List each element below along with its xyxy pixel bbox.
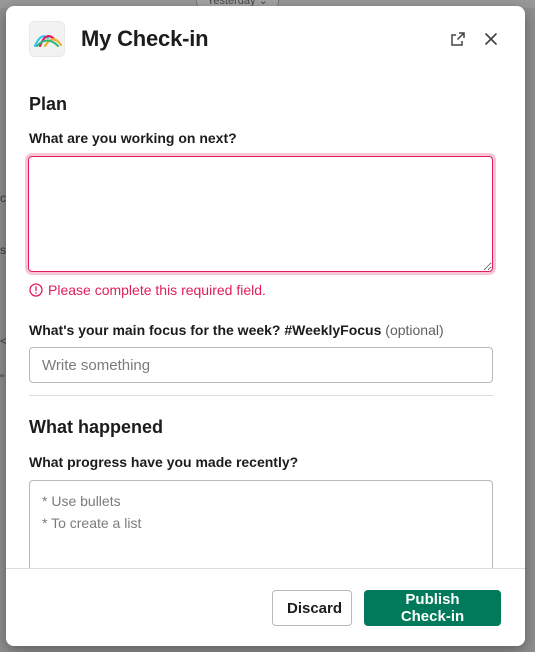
weekly-focus-label: What's your main focus for the week? #We… xyxy=(29,322,444,338)
modal-footer: Discard Publish Check-in xyxy=(6,568,525,646)
discard-button[interactable]: Discard xyxy=(272,590,352,626)
rainbow-logo-icon xyxy=(33,35,63,47)
section-title-plan: Plan xyxy=(29,94,68,114)
modal-body: Plan What are you working on next? Pleas… xyxy=(6,74,525,568)
section-title-what-happened: What happened xyxy=(29,417,163,437)
error-circle-icon xyxy=(29,283,43,297)
progress-textarea[interactable] xyxy=(29,480,493,568)
open-external-button[interactable] xyxy=(447,28,469,50)
working-on-label: What are you working on next? xyxy=(29,130,237,146)
modal-title: My Check-in xyxy=(81,26,209,51)
close-icon xyxy=(485,33,497,45)
modal-header: My Check-in xyxy=(6,6,525,74)
error-message: Please complete this required field. xyxy=(48,282,266,298)
section-divider xyxy=(29,395,494,396)
open-external-icon xyxy=(451,32,465,46)
optional-tag: (optional) xyxy=(385,322,444,338)
required-field-error: Please complete this required field. xyxy=(29,282,266,298)
app-logo xyxy=(29,21,65,57)
check-in-modal: My Check-in Plan What are you working on… xyxy=(6,6,525,646)
publish-check-in-button[interactable]: Publish Check-in xyxy=(364,590,501,626)
weekly-focus-label-text: What's your main focus for the week? #We… xyxy=(29,322,382,338)
progress-label: What progress have you made recently? xyxy=(29,454,299,470)
close-button[interactable] xyxy=(480,28,502,50)
working-on-textarea[interactable] xyxy=(28,156,493,272)
backdrop-text-fragment: " xyxy=(0,372,5,386)
weekly-focus-input[interactable] xyxy=(29,347,493,383)
